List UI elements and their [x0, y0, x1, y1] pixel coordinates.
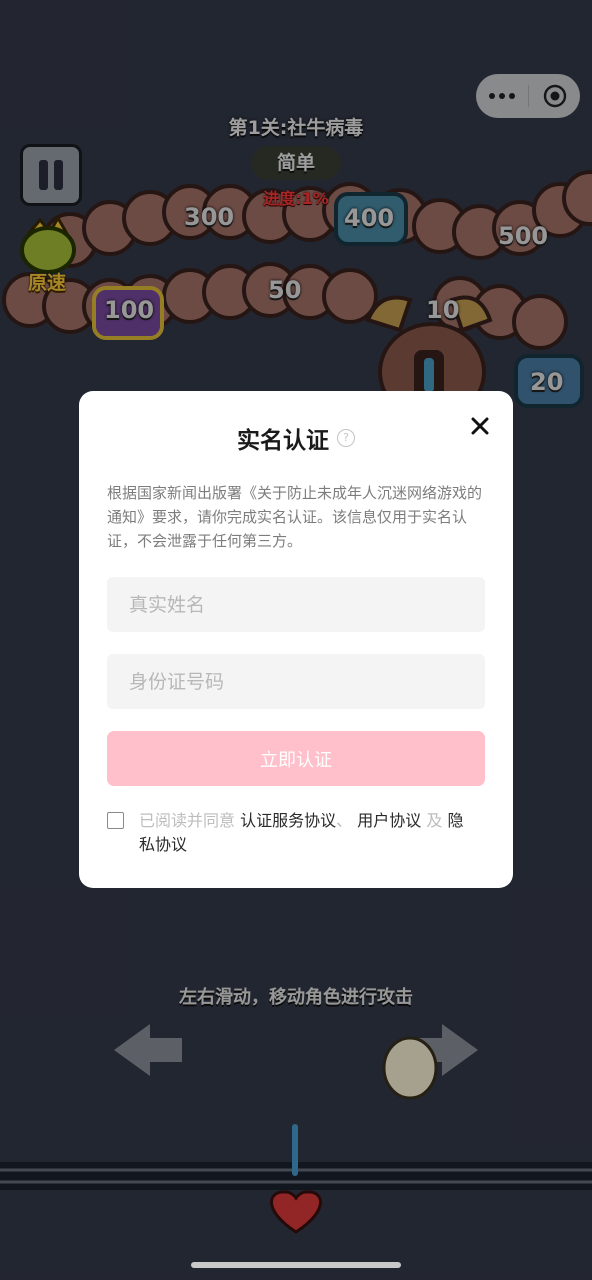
dialog-description: 根据国家新闻出版署《关于防止未成年人沉迷网络游戏的通知》要求，请你完成实名认证。… [107, 484, 483, 550]
home-indicator [191, 1262, 401, 1268]
auth-service-agreement-link[interactable]: 认证服务协议 [240, 811, 336, 830]
agree-checkbox[interactable] [107, 812, 124, 829]
help-icon[interactable]: ? [337, 429, 355, 447]
close-icon [471, 417, 489, 435]
verify-button[interactable]: 立即认证 [107, 731, 485, 786]
dialog-title: 实名认证 ? [79, 421, 513, 455]
agree-separator: 、 [336, 811, 353, 830]
real-name-input[interactable] [107, 577, 485, 632]
agree-and: 及 [426, 811, 443, 830]
dialog-title-text: 实名认证 [237, 428, 329, 454]
agreement-text: 已阅读并同意 认证服务协议、 用户协议 及 隐私协议 [139, 809, 479, 857]
user-agreement-link[interactable]: 用户协议 [357, 811, 421, 830]
real-name-dialog: 实名认证 ? 根据国家新闻出版署《关于防止未成年人沉迷网络游戏的通知》要求，请你… [79, 391, 513, 888]
id-number-input[interactable] [107, 654, 485, 709]
close-button[interactable] [467, 413, 493, 439]
agree-prefix: 已阅读并同意 [139, 811, 236, 830]
